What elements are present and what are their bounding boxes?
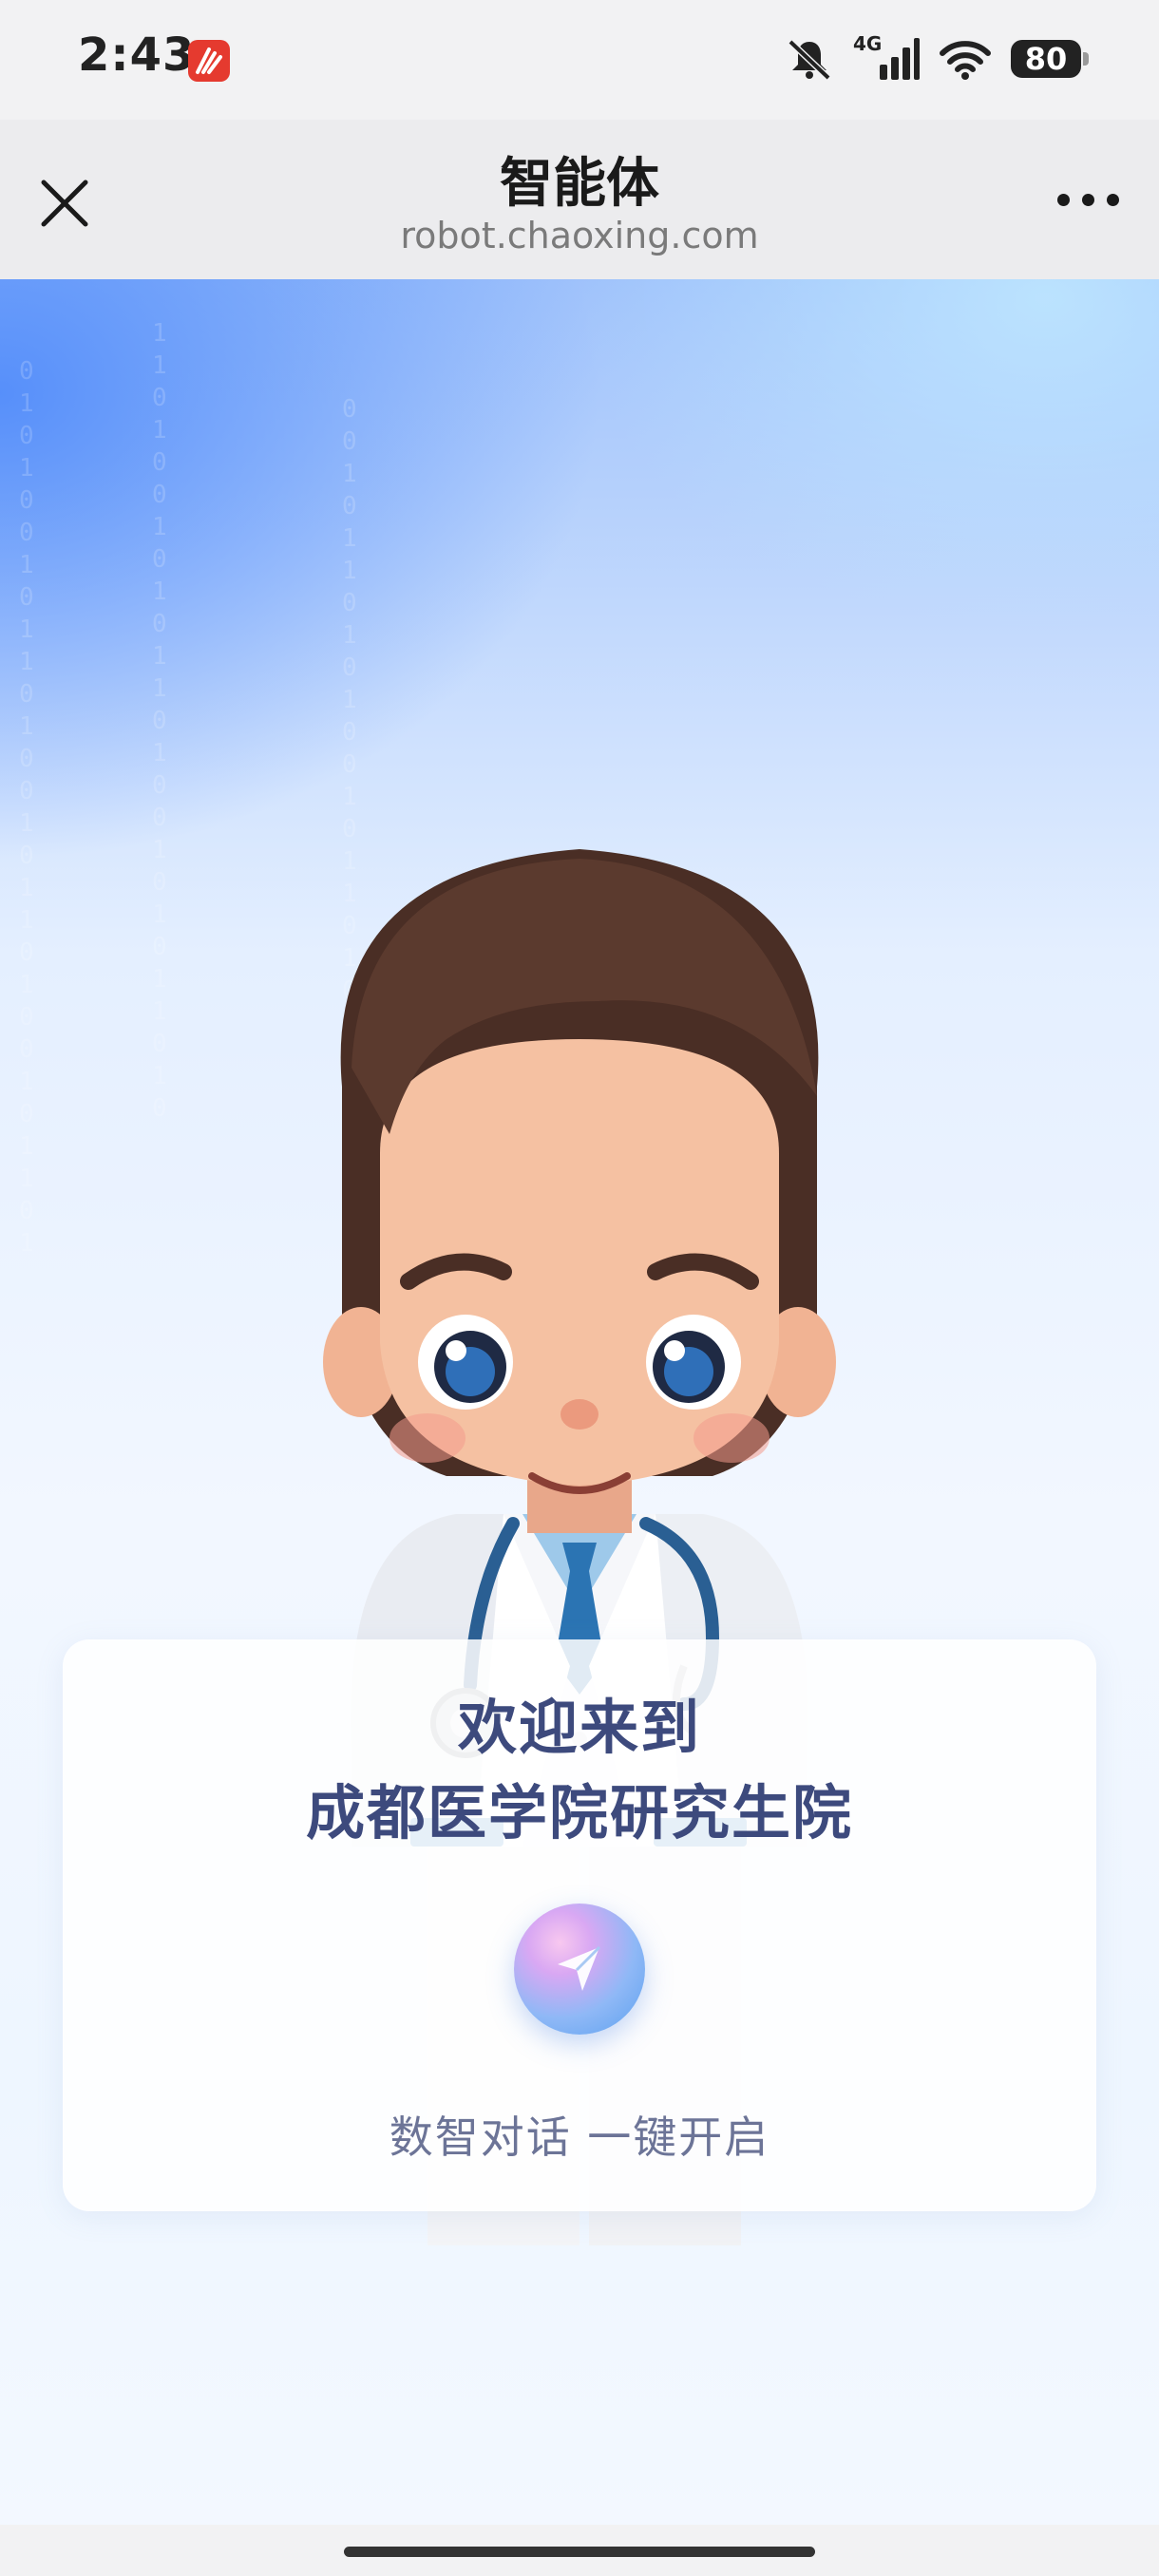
send-icon [558,1945,601,1991]
battery-icon: 80 [1011,40,1089,78]
main-content: 0101001011010010110100101101 11010010101… [0,279,1159,2525]
binary-pattern-decoration: 1101001010110100101011010 [152,319,167,1123]
welcome-heading: 欢迎来到 成都医学院研究生院 [63,1685,1096,1856]
start-chat-button[interactable] [514,1904,645,2035]
signal-icon: 4G [853,32,920,82]
status-bar: 2:43 4G 80 [0,0,1159,120]
wifi-icon [940,41,991,80]
app-notification-icon [188,40,230,82]
mute-icon [788,39,831,81]
web-navigation-bar: 智能体 robot.chaoxing.com [0,120,1159,280]
page-title: 智能体 [500,153,659,215]
welcome-line-1: 欢迎来到 [457,1693,701,1762]
status-icons: 4G 80 [785,28,1089,89]
battery-level: 80 [1024,41,1068,77]
page-url: robot.chaoxing.com [400,215,759,256]
welcome-line-2: 成都医学院研究生院 [305,1778,853,1847]
gesture-bar [0,2525,1159,2576]
binary-pattern-decoration: 0101001011010010110100101101 [19,357,34,1258]
status-time: 2:43 [78,28,196,82]
more-icon[interactable] [1057,194,1119,206]
home-indicator[interactable] [344,2547,815,2557]
start-chat-label[interactable]: 数智对话 一键开启 [63,2103,1096,2166]
welcome-card: 欢迎来到 成都医学院研究生院 数智对话 一键开启 [63,1639,1096,2211]
